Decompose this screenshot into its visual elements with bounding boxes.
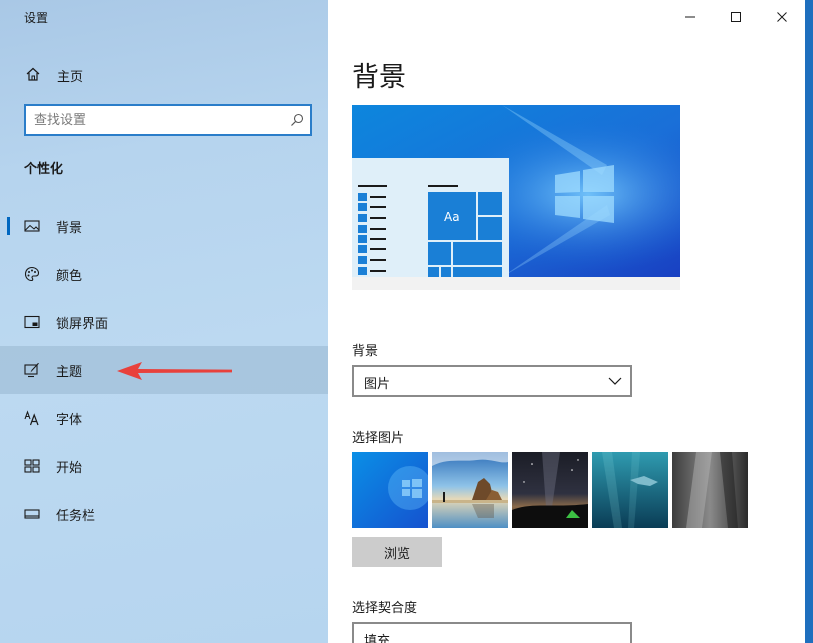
thumbnail-image bbox=[672, 452, 748, 528]
sidebar-item-start[interactable]: 开始 bbox=[0, 442, 328, 490]
sidebar-item-label: 背景 bbox=[56, 221, 83, 236]
sidebar-item-label: 锁屏界面 bbox=[56, 317, 109, 332]
preview-tile-text: Aa bbox=[444, 210, 460, 224]
start-grid-icon bbox=[24, 459, 40, 473]
content-pane: 背景 Aa 背景 图片 选择图片 浏览 选择契合度 填充 bbox=[328, 0, 813, 643]
thumbnail-image bbox=[352, 452, 428, 528]
minimize-button[interactable] bbox=[667, 0, 713, 34]
thumbnail-rock[interactable] bbox=[672, 452, 748, 528]
thumbnail-image bbox=[432, 452, 508, 528]
sidebar-item-label: 颜色 bbox=[56, 269, 83, 284]
taskbar-icon bbox=[24, 509, 40, 519]
close-button[interactable] bbox=[759, 0, 805, 34]
maximize-icon bbox=[731, 12, 741, 22]
sidebar-item-background[interactable]: 背景 bbox=[0, 202, 328, 250]
fit-value: 填充 bbox=[364, 634, 391, 643]
thumbnail-windows-light[interactable] bbox=[352, 452, 428, 528]
maximize-button[interactable] bbox=[713, 0, 759, 34]
preview-start-menu bbox=[358, 185, 502, 277]
fit-label: 选择契合度 bbox=[352, 601, 418, 616]
sidebar-item-taskbar[interactable]: 任务栏 bbox=[0, 490, 328, 538]
picture-thumbnails bbox=[352, 452, 748, 528]
choose-picture-label: 选择图片 bbox=[352, 431, 405, 446]
palette-icon bbox=[24, 266, 40, 282]
background-type-label: 背景 bbox=[352, 344, 379, 359]
chevron-down-icon bbox=[608, 377, 622, 385]
sidebar: 设置 主页 个性化 背景 颜色 锁 bbox=[0, 0, 328, 643]
thumbnail-image bbox=[592, 452, 668, 528]
browse-button[interactable]: 浏览 bbox=[352, 537, 442, 567]
search-box[interactable] bbox=[24, 104, 312, 136]
sidebar-item-label: 开始 bbox=[56, 461, 83, 476]
minimize-icon bbox=[685, 16, 695, 18]
lock-screen-icon bbox=[24, 315, 40, 329]
section-title: 个性化 bbox=[24, 162, 64, 177]
thumbnail-night-sky[interactable] bbox=[512, 452, 588, 528]
window-controls bbox=[667, 0, 805, 34]
thumbnail-beach[interactable] bbox=[432, 452, 508, 528]
sidebar-item-lock-screen[interactable]: 锁屏界面 bbox=[0, 298, 328, 346]
nav-home-label: 主页 bbox=[57, 70, 84, 85]
page-title: 背景 bbox=[352, 62, 406, 93]
theme-brush-icon bbox=[24, 363, 39, 378]
thumbnail-image bbox=[512, 452, 588, 528]
search-input[interactable] bbox=[34, 111, 284, 129]
preview-window: Aa bbox=[352, 158, 509, 277]
background-preview: Aa bbox=[352, 105, 680, 290]
sidebar-item-fonts[interactable]: 字体 bbox=[0, 394, 328, 442]
thumbnail-underwater[interactable] bbox=[592, 452, 668, 528]
background-type-select[interactable]: 图片 bbox=[352, 365, 632, 397]
font-icon bbox=[24, 410, 39, 426]
sidebar-item-label: 任务栏 bbox=[56, 509, 96, 524]
image-icon bbox=[24, 220, 40, 232]
background-type-value: 图片 bbox=[364, 377, 391, 392]
fit-select[interactable]: 填充 bbox=[352, 622, 632, 643]
nav-home[interactable]: 主页 bbox=[0, 56, 328, 92]
sidebar-item-label: 字体 bbox=[56, 413, 83, 428]
close-icon bbox=[777, 12, 787, 22]
preview-taskbar bbox=[352, 277, 680, 290]
search-icon[interactable] bbox=[290, 113, 304, 127]
app-title: 设置 bbox=[24, 11, 49, 25]
window-edge bbox=[805, 0, 813, 643]
annotation-arrow-icon bbox=[117, 362, 232, 380]
sidebar-item-label: 主题 bbox=[56, 365, 83, 380]
home-icon bbox=[26, 67, 40, 81]
sidebar-item-colors[interactable]: 颜色 bbox=[0, 250, 328, 298]
